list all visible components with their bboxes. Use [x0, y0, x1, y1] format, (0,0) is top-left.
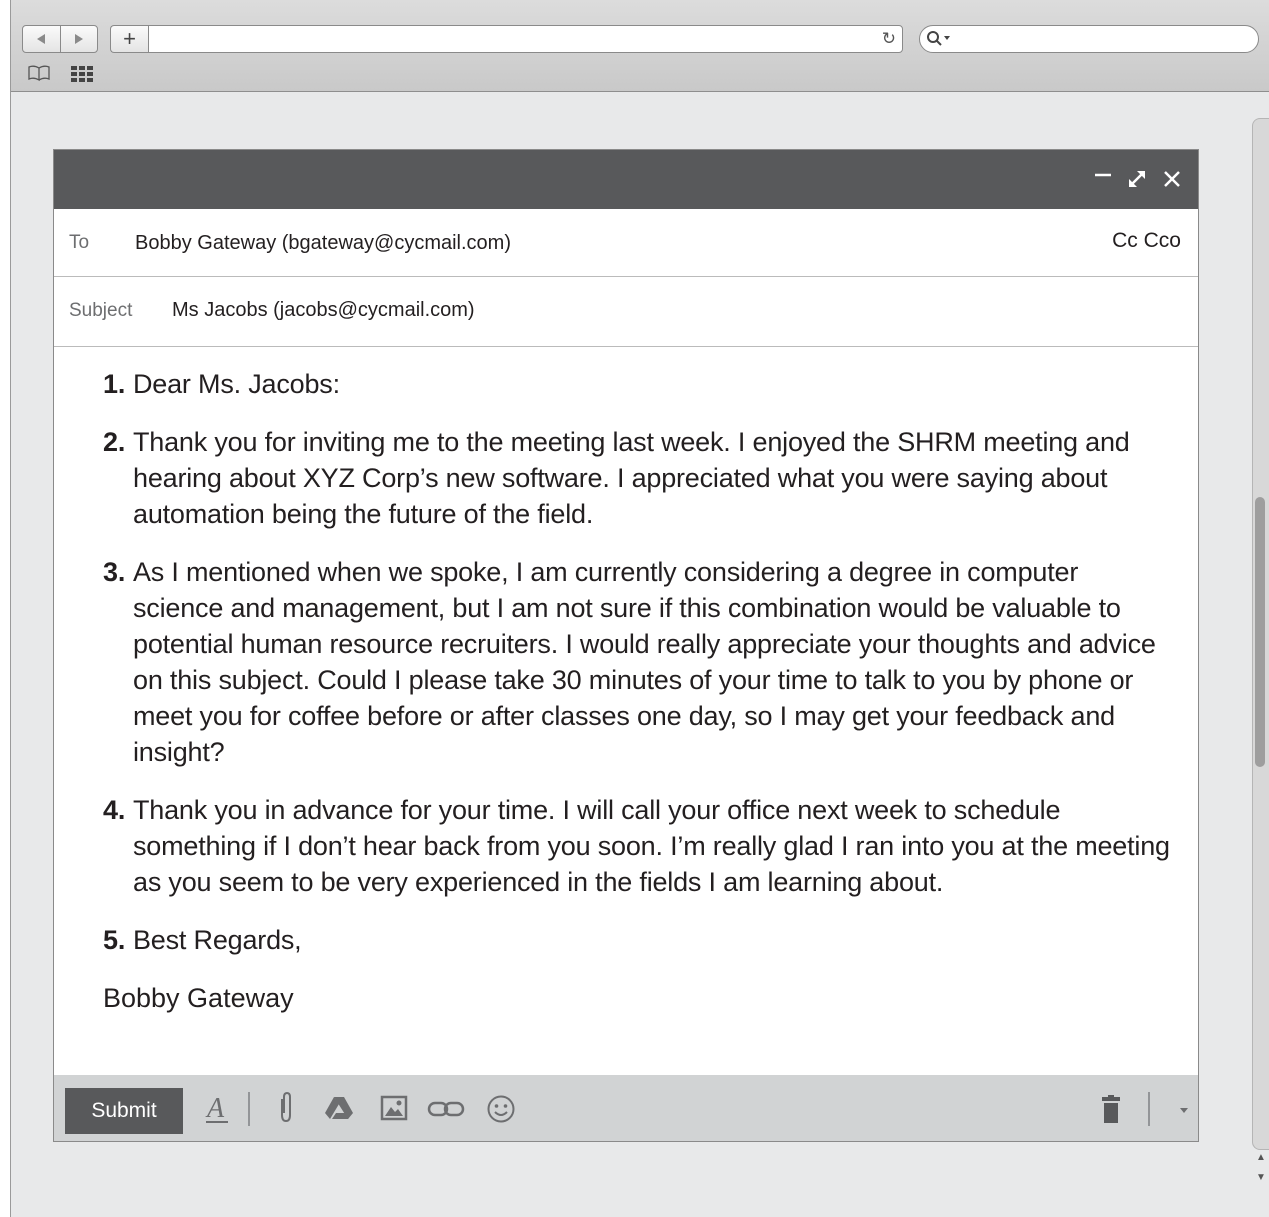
- scroll-down-icon[interactable]: ▼: [1253, 1168, 1269, 1188]
- attach-paperclip-icon[interactable]: [276, 1091, 296, 1125]
- paragraph-5: 5. Best Regards,: [103, 922, 1173, 958]
- paragraph-text: As I mentioned when we spoke, I am curre…: [133, 557, 1156, 767]
- search-input[interactable]: [919, 25, 1259, 53]
- compose-footer: Submit A: [54, 1075, 1198, 1141]
- svg-text:A: A: [205, 1093, 225, 1124]
- new-tab-button[interactable]: +: [110, 25, 148, 53]
- browser-toolbar: + ↻: [11, 0, 1269, 92]
- paragraph-number: 5.: [103, 925, 126, 955]
- signature: Bobby Gateway: [103, 983, 294, 1013]
- scroll-arrows[interactable]: ▲ ▼: [1253, 1148, 1269, 1188]
- toolbar-divider: [248, 1092, 250, 1126]
- paragraph-number: 3.: [103, 557, 126, 587]
- compose-header: [54, 150, 1198, 209]
- scroll-up-icon[interactable]: ▲: [1253, 1148, 1269, 1168]
- scrollbar-thumb[interactable]: [1255, 497, 1265, 767]
- trash-icon[interactable]: [1099, 1095, 1123, 1125]
- toolbar-divider: [1148, 1092, 1150, 1126]
- paragraph-number: 4.: [103, 795, 126, 825]
- format-text-icon[interactable]: A: [204, 1093, 230, 1125]
- expand-icon[interactable]: [1126, 168, 1148, 190]
- subject-label: Subject: [69, 300, 133, 321]
- page-scrollbar[interactable]: [1252, 118, 1269, 1150]
- paragraph-number: 1.: [103, 369, 126, 399]
- paragraph-4: 4. Thank you in advance for your time. I…: [103, 792, 1173, 900]
- bookmarks-icon[interactable]: [27, 64, 53, 82]
- paragraph-text: Thank you in advance for your time. I wi…: [133, 795, 1170, 897]
- message-body[interactable]: 1. Dear Ms. Jacobs: 2. Thank you for inv…: [103, 366, 1173, 1016]
- insert-link-icon[interactable]: [427, 1099, 465, 1119]
- paragraph-text: Dear Ms. Jacobs:: [133, 369, 340, 399]
- back-button[interactable]: [23, 26, 60, 52]
- paragraph-text: Best Regards,: [133, 925, 302, 955]
- back-arrow-icon: [37, 34, 46, 44]
- more-options-chevron-icon[interactable]: [1178, 1105, 1190, 1115]
- subject-field-row[interactable]: Subject Ms Jacobs (jacobs@cycmail.com): [54, 277, 1198, 347]
- to-label: To: [69, 232, 90, 253]
- browser-window: + ↻ ▲ ▼ To Bobby Gateway (bgateway@cycma…: [10, 0, 1269, 1217]
- to-field-row[interactable]: To Bobby Gateway (bgateway@cycmail.com) …: [54, 209, 1198, 277]
- forward-button[interactable]: [59, 26, 98, 52]
- insert-photo-icon[interactable]: [380, 1095, 408, 1121]
- top-sites-grid-icon[interactable]: [71, 66, 95, 82]
- paragraph-1: 1. Dear Ms. Jacobs:: [103, 366, 1173, 402]
- paragraph-number: 2.: [103, 427, 126, 457]
- compose-window: To Bobby Gateway (bgateway@cycmail.com) …: [53, 149, 1199, 1142]
- url-input[interactable]: ↻: [148, 25, 903, 53]
- search-icon: [927, 31, 950, 46]
- forward-arrow-icon: [74, 34, 83, 44]
- paragraph-text: Thank you for inviting me to the meeting…: [133, 427, 1130, 529]
- paragraph-3: 3. As I mentioned when we spoke, I am cu…: [103, 554, 1173, 770]
- subject-input[interactable]: Ms Jacobs (jacobs@cycmail.com): [172, 299, 475, 322]
- paragraph-2: 2. Thank you for inviting me to the meet…: [103, 424, 1173, 532]
- submit-button[interactable]: Submit: [65, 1088, 183, 1134]
- drive-icon[interactable]: [324, 1095, 354, 1121]
- close-icon[interactable]: [1162, 169, 1182, 189]
- insert-emoji-icon[interactable]: [486, 1094, 516, 1124]
- cc-bcc-link[interactable]: Cc Cco: [1112, 229, 1181, 253]
- reload-icon[interactable]: ↻: [882, 29, 896, 49]
- to-recipient[interactable]: Bobby Gateway (bgateway@cycmail.com): [135, 232, 511, 255]
- nav-buttons: [22, 25, 98, 53]
- minimize-icon[interactable]: [1094, 170, 1112, 188]
